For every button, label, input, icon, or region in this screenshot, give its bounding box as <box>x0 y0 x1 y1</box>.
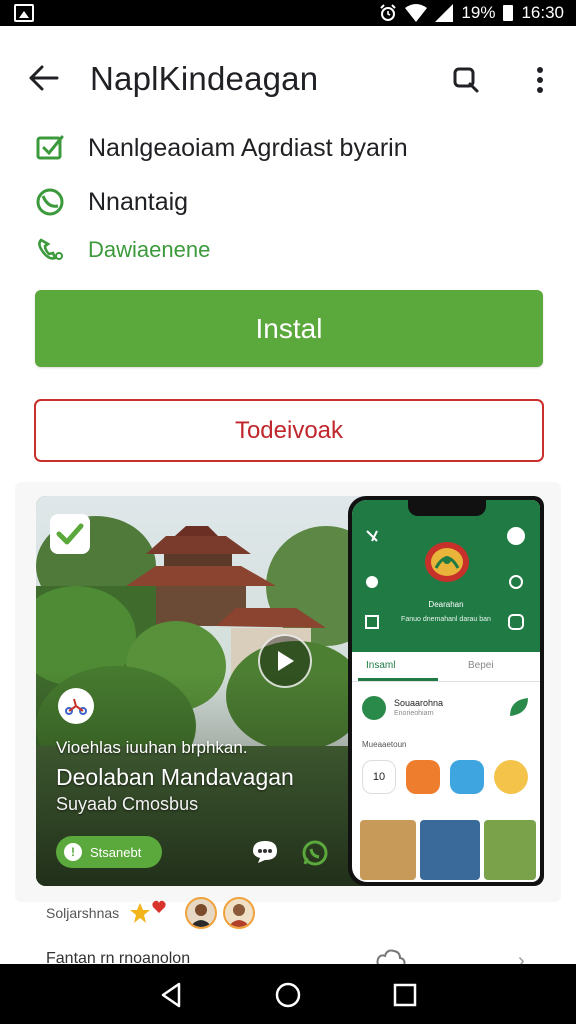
more-vert-icon <box>537 67 543 93</box>
phone-list-icon <box>362 696 386 720</box>
phone-tab-active: Insaml <box>366 660 396 671</box>
phone-thumbnails <box>360 820 536 880</box>
media-carousel[interactable]: Vioehlas iuuhan brphkan. Deolaban Mandav… <box>36 496 544 886</box>
scooter-icon <box>58 688 94 724</box>
phone-mockup: Dearahan Fanuo dnemahanl darau ban Insam… <box>348 496 544 886</box>
phone-icon <box>30 232 70 268</box>
media-pill-button[interactable]: ! Stsanebt <box>56 836 162 868</box>
media-caption-subtitle: Suyaab Cmosbus <box>56 794 199 814</box>
search-button[interactable] <box>446 60 486 100</box>
media-caption-small: Vioehlas iuuhan brphkan. <box>56 738 248 757</box>
phone-section-label: Mueaaetoun <box>362 740 407 749</box>
alarm-icon <box>380 4 397 21</box>
phone-tab-inactive: Bepei <box>468 660 494 671</box>
chat-bubble-icon[interactable] <box>252 840 278 864</box>
media-caption-title: Deolaban Mandavagan <box>56 764 294 790</box>
phone-thumb <box>420 820 480 880</box>
phone-tile-label <box>362 798 398 804</box>
phone-grid-icon <box>365 615 379 629</box>
phone-list-item: Souaarohna Enorieohiarn <box>362 694 532 724</box>
app-bar: NaplKindeagan <box>0 40 576 116</box>
nav-back-button[interactable] <box>156 980 186 1010</box>
app-title: NaplKindeagan <box>90 60 319 97</box>
phone-profile-icon <box>507 527 525 545</box>
phone-tile-avatar <box>494 760 528 794</box>
battery-icon <box>503 5 514 21</box>
phone-leaf-icon <box>510 698 528 716</box>
info-row-phone[interactable]: Dawiaenene <box>30 232 210 268</box>
phone-tabs: Insaml Bepei <box>352 652 540 682</box>
phone-notch <box>408 500 486 516</box>
phone-chat-icon <box>508 614 524 630</box>
info-row-text: Nanlgeaoiam Agrdiast byarin <box>88 133 408 162</box>
emblem-icon <box>425 542 469 582</box>
reviewer-avatar <box>223 897 256 929</box>
phone-list-title: Souaarohna <box>394 698 444 708</box>
reviewer-avatar <box>185 897 218 929</box>
star-icon <box>130 903 151 923</box>
secondary-action-button[interactable]: Todeivoak <box>34 399 544 462</box>
status-bar: 19% 16:30 <box>0 0 576 26</box>
info-row-text: Nnantaig <box>88 187 189 216</box>
phone-clock-icon <box>509 575 523 589</box>
heart-icon <box>152 900 166 913</box>
clock-time: 16:30 <box>521 3 564 22</box>
nav-recents-button[interactable] <box>390 980 420 1010</box>
phone-tile-label <box>494 798 530 804</box>
more-options-button[interactable] <box>522 60 558 100</box>
phone-bell-icon <box>366 576 378 588</box>
back-button[interactable] <box>24 60 64 96</box>
phone-title: Dearahan <box>428 600 464 609</box>
search-icon <box>453 67 479 93</box>
phone-screen: Dearahan Fanuo dnemahanl darau ban Insam… <box>352 500 540 882</box>
phone-thumb <box>360 820 416 880</box>
phone-tile-number: 10 <box>362 760 396 794</box>
back-arrow-icon <box>29 65 59 91</box>
verified-badge-icon <box>50 514 90 554</box>
nav-home-icon <box>275 982 301 1008</box>
verified-check-icon <box>30 130 70 166</box>
whatsapp-icon[interactable] <box>302 840 328 866</box>
info-row-link[interactable]: Dawiaenene <box>88 237 210 263</box>
nav-home-button[interactable] <box>273 980 303 1010</box>
phone-tiles: 10 <box>362 760 532 814</box>
info-row-clock: Nnantaig <box>30 184 188 220</box>
phone-list-subtitle: Enorieohiarn <box>394 710 434 717</box>
nav-back-icon <box>161 982 181 1008</box>
phone-tile-label <box>406 798 442 804</box>
info-row-verified: Nanlgeaoiam Agrdiast byarin <box>30 130 408 166</box>
wifi-icon <box>405 4 428 22</box>
system-nav-bar <box>0 964 576 1024</box>
phone-tile-orange <box>406 760 440 794</box>
phone-header: Dearahan Fanuo dnemahanl darau ban <box>352 500 540 652</box>
phone-tile-label <box>450 798 486 804</box>
reviews-label: Soljarshnas <box>46 905 120 921</box>
gallery-icon <box>14 4 34 22</box>
reviews-row[interactable]: Soljarshnas <box>46 896 256 930</box>
phone-menu-icon <box>366 530 378 542</box>
phone-thumb <box>484 820 536 880</box>
signal-icon <box>435 4 454 22</box>
nav-recents-icon <box>393 983 417 1007</box>
play-icon <box>278 651 294 671</box>
battery-percent: 19% <box>461 3 496 22</box>
media-pill-label: Stsanebt <box>90 844 142 860</box>
play-button[interactable] <box>258 634 312 688</box>
clock-icon <box>30 184 70 220</box>
install-button[interactable]: Instal <box>35 290 543 367</box>
phone-tile-blue <box>450 760 484 794</box>
phone-tab-underline <box>358 678 438 681</box>
info-badge-icon: ! <box>64 843 82 861</box>
